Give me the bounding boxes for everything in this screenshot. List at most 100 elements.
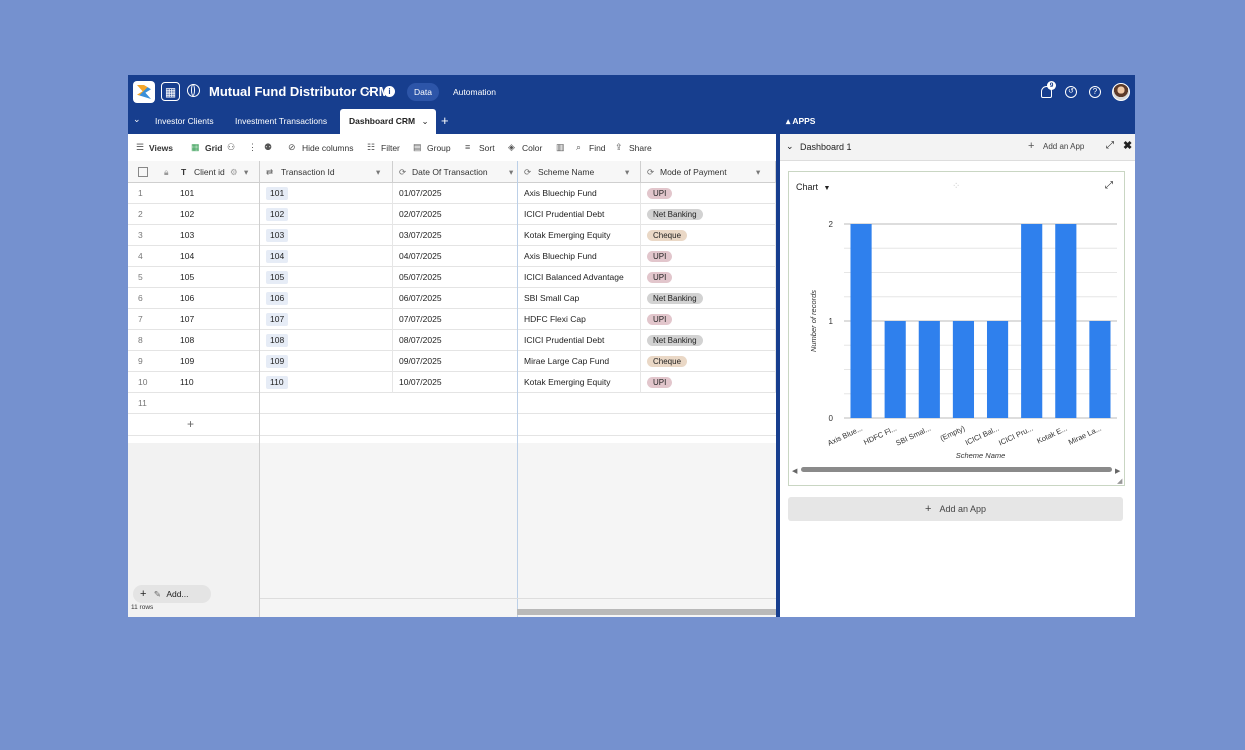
column-header-scheme[interactable]: ⟳ Scheme Name ▾: [518, 161, 641, 183]
cell-txn[interactable]: 107: [260, 309, 393, 330]
hide-columns-button[interactable]: Hide columns: [302, 143, 354, 153]
avatar[interactable]: [1112, 83, 1130, 101]
find-button[interactable]: Find: [589, 143, 606, 153]
linked-record-chip[interactable]: 101: [266, 187, 289, 200]
linked-record-chip[interactable]: 105: [266, 271, 289, 284]
cell-pay[interactable]: UPI: [641, 267, 776, 288]
column-menu-icon[interactable]: ▾: [376, 161, 380, 182]
chevron-down-icon[interactable]: ⌄: [786, 141, 794, 152]
apps-grid-icon[interactable]: ▦: [161, 82, 180, 101]
add-button[interactable]: + ✎ Add...: [133, 585, 211, 603]
table-row[interactable]: 1 101 101 01/07/2025 Axis Bluechip Fund UPI: [128, 183, 776, 204]
tab-dashboard-crm[interactable]: Dashboard CRM ⌄: [340, 109, 436, 134]
cell-scheme[interactable]: Axis Bluechip Fund: [518, 246, 641, 267]
panel-splitter[interactable]: [776, 109, 780, 617]
cell-pay[interactable]: Cheque: [641, 351, 776, 372]
workspace-title[interactable]: Mutual Fund Distributor CRM: [209, 84, 390, 99]
dashboard-title[interactable]: Dashboard 1: [800, 142, 852, 152]
group-button[interactable]: Group: [427, 143, 451, 153]
close-icon[interactable]: ✖: [1123, 139, 1132, 152]
cell-pay[interactable]: Cheque: [641, 225, 776, 246]
linked-record-chip[interactable]: 110: [266, 376, 288, 389]
cell-txn[interactable]: 109: [260, 351, 393, 372]
table-row[interactable]: 9 109 109 09/07/2025 Mirae Large Cap Fund Che…: [128, 351, 776, 372]
chevron-down-icon[interactable]: ⌄: [422, 116, 429, 126]
cell-scheme[interactable]: Kotak Emerging Equity: [518, 225, 641, 246]
column-header-transaction-id[interactable]: ⇄ Transaction Id ▾: [260, 161, 393, 183]
cell-txn[interactable]: 101: [260, 183, 393, 204]
cell-scheme[interactable]: Axis Bluechip Fund: [518, 183, 641, 204]
table-row[interactable]: 11: [128, 393, 776, 414]
table-row[interactable]: 5 105 105 05/07/2025 ICICI Balanced Advantag…: [128, 267, 776, 288]
plus-icon[interactable]: +: [1028, 140, 1034, 152]
column-menu-icon[interactable]: ▾: [509, 161, 513, 182]
users-icon[interactable]: ⚇: [227, 142, 235, 153]
cell-client[interactable]: 109: [180, 351, 260, 372]
horizontal-scrollbar[interactable]: [517, 609, 776, 615]
filter-button[interactable]: Filter: [381, 143, 400, 153]
cell-date[interactable]: 10/07/2025: [393, 372, 518, 393]
cell-txn[interactable]: 106: [260, 288, 393, 309]
chevron-down-icon[interactable]: ⌄: [133, 114, 141, 125]
cell-txn[interactable]: 108: [260, 330, 393, 351]
cell-client[interactable]: 107: [180, 309, 260, 330]
column-header-date[interactable]: ⟳ Date Of Transaction ▾: [393, 161, 518, 183]
column-header-payment[interactable]: ⟳ Mode of Payment ▾: [641, 161, 776, 183]
add-tab-icon[interactable]: +: [441, 113, 449, 128]
cell-scheme[interactable]: Kotak Emerging Equity: [518, 372, 641, 393]
cell-scheme[interactable]: SBI Small Cap: [518, 288, 641, 309]
table-row[interactable]: 10 110 110 10/07/2025 Kotak Emerging Equity U…: [128, 372, 776, 393]
cell-pay[interactable]: UPI: [641, 246, 776, 267]
table-row[interactable]: 4 104 104 04/07/2025 Axis Bluechip Fund UPI: [128, 246, 776, 267]
cell-pay[interactable]: Net Banking: [641, 330, 776, 351]
cell-date[interactable]: 03/07/2025: [393, 225, 518, 246]
table-row[interactable]: 2 102 102 02/07/2025 ICICI Prudential Debt Ne…: [128, 204, 776, 225]
add-app-button[interactable]: Add an App: [1043, 142, 1084, 151]
color-button[interactable]: Color: [522, 143, 542, 153]
linked-record-chip[interactable]: 103: [266, 229, 289, 242]
linked-record-chip[interactable]: 107: [266, 313, 289, 326]
history-icon[interactable]: ↺: [1065, 86, 1077, 98]
expand-icon[interactable]: ⤢: [1106, 140, 1114, 151]
more-icon[interactable]: ⋮: [248, 142, 257, 153]
cell-txn[interactable]: 103: [260, 225, 393, 246]
cell-scheme[interactable]: Mirae Large Cap Fund: [518, 351, 641, 372]
linked-record-chip[interactable]: 108: [266, 334, 289, 347]
cell-date[interactable]: 08/07/2025: [393, 330, 518, 351]
sort-button[interactable]: Sort: [479, 143, 495, 153]
views-button[interactable]: Views: [149, 143, 173, 153]
column-menu-icon[interactable]: ▾: [625, 161, 629, 182]
cell-date[interactable]: 01/07/2025: [393, 183, 518, 204]
column-menu-icon[interactable]: ▾: [756, 161, 760, 182]
cell-client[interactable]: 110: [180, 372, 260, 393]
cell-txn[interactable]: 105: [260, 267, 393, 288]
cell-client[interactable]: 106: [180, 288, 260, 309]
cell-date[interactable]: 06/07/2025: [393, 288, 518, 309]
table-row[interactable]: 3 103 103 03/07/2025 Kotak Emerging Equity Ch…: [128, 225, 776, 246]
cell-date[interactable]: 07/07/2025: [393, 309, 518, 330]
table-row[interactable]: 7 107 107 07/07/2025 HDFC Flexi Cap UPI: [128, 309, 776, 330]
column-header-client-id[interactable]: 🔒︎ T Client id ⚙ ▾: [128, 161, 260, 183]
cell-client[interactable]: 105: [180, 267, 260, 288]
people-icon[interactable]: ⚉: [264, 142, 272, 153]
cell-scheme[interactable]: ICICI Balanced Advantage: [518, 267, 641, 288]
add-row-plus-icon[interactable]: +: [187, 417, 194, 431]
cell-client[interactable]: 101: [180, 183, 260, 204]
grid-view-button[interactable]: Grid: [205, 143, 222, 153]
chevron-down-icon[interactable]: ⌄: [364, 85, 372, 96]
cell-txn[interactable]: 104: [260, 246, 393, 267]
cell-pay[interactable]: Net Banking: [641, 204, 776, 225]
tab-investment-transactions[interactable]: Investment Transactions: [235, 109, 327, 134]
cell-scheme[interactable]: ICICI Prudential Debt: [518, 330, 641, 351]
cell-pay[interactable]: UPI: [641, 372, 776, 393]
help-icon[interactable]: ?: [1089, 86, 1101, 98]
cell-pay[interactable]: UPI: [641, 309, 776, 330]
data-tab[interactable]: Data: [407, 83, 439, 101]
cell-pay[interactable]: UPI: [641, 183, 776, 204]
cell-client[interactable]: 102: [180, 204, 260, 225]
cell-scheme[interactable]: HDFC Flexi Cap: [518, 309, 641, 330]
cell-date[interactable]: 04/07/2025: [393, 246, 518, 267]
table-row[interactable]: 8 108 108 08/07/2025 ICICI Prudential Debt Ne…: [128, 330, 776, 351]
tab-investor-clients[interactable]: Investor Clients: [155, 109, 214, 134]
cell-client[interactable]: 103: [180, 225, 260, 246]
